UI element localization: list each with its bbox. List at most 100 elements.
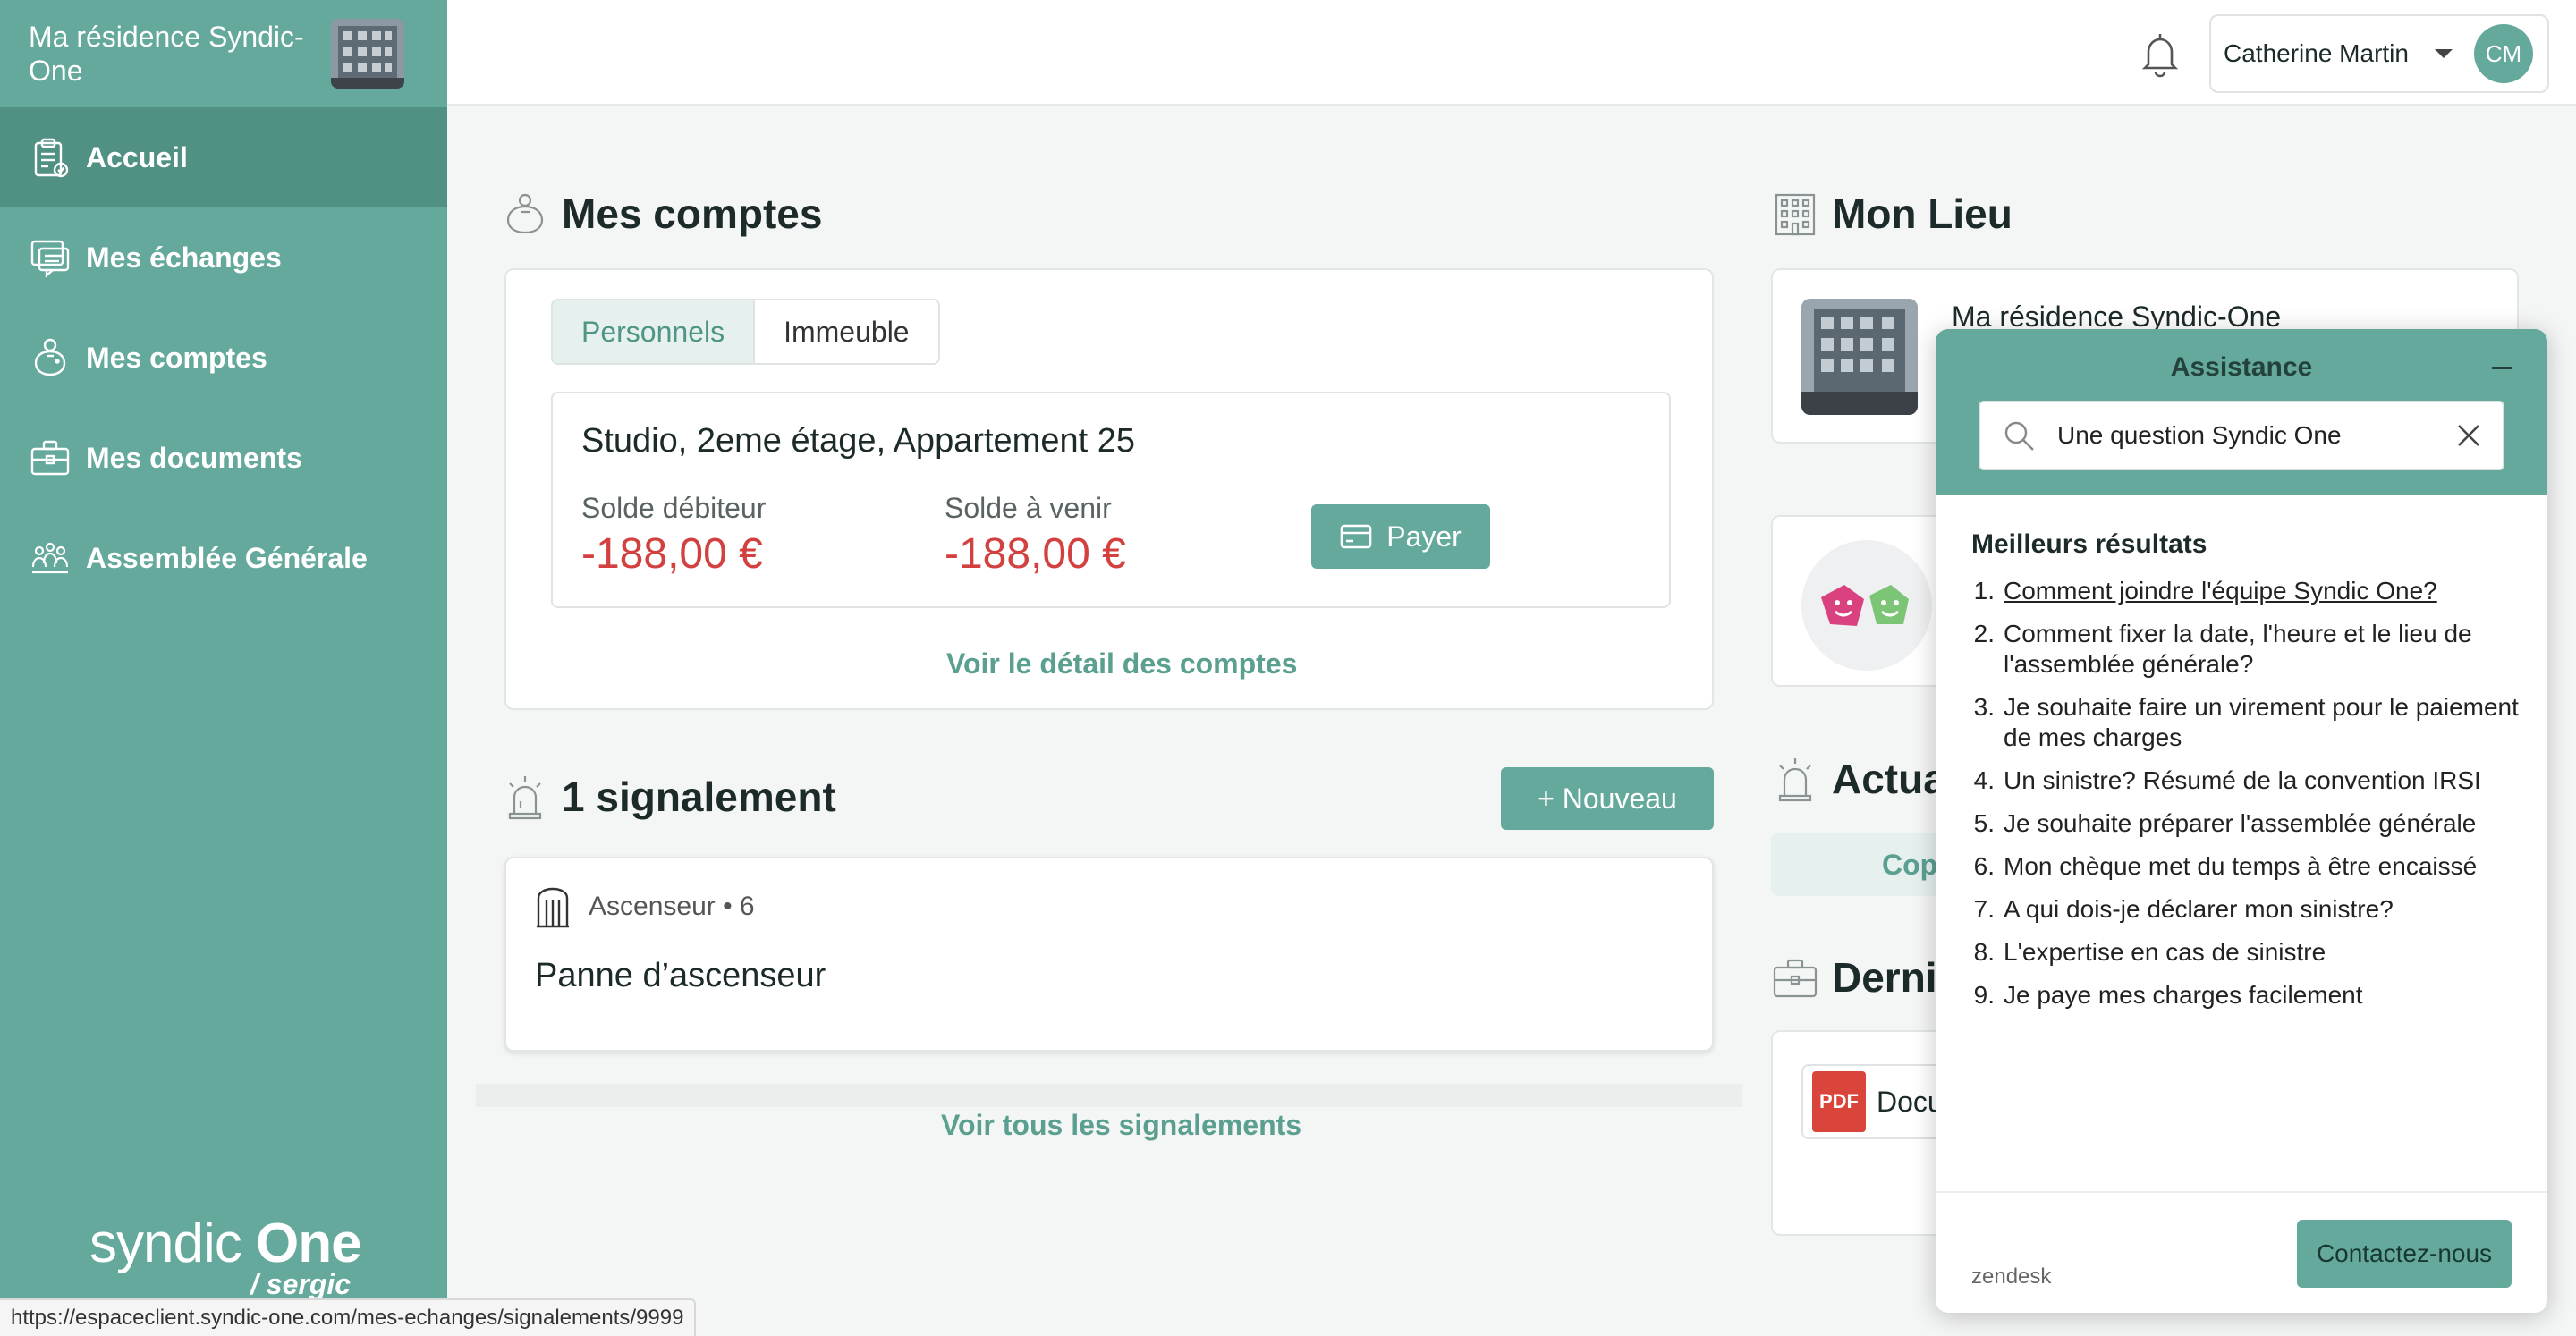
pdf-icon: PDF	[1812, 1071, 1866, 1132]
minimize-icon[interactable]	[2492, 367, 2512, 369]
residence-photo	[331, 19, 404, 89]
chat-icon	[30, 240, 70, 278]
result-number: 9.	[1973, 981, 1995, 1009]
signalement-title: 1 signalement	[501, 773, 836, 821]
sidebar-item-assemblee[interactable]: Assemblée Générale	[0, 508, 447, 608]
assistance-results: Meilleurs résultats 1. Comment joindre l'…	[1971, 529, 2526, 1023]
comptes-card: Personnels Immeuble Studio, 2eme étage, …	[504, 268, 1714, 710]
all-signalements-link[interactable]: Voir tous les signalements	[941, 1109, 1301, 1142]
search-icon	[2004, 421, 2034, 451]
result-link[interactable]: L'expertise en cas de sinistre	[2004, 937, 2326, 968]
chevron-down-icon	[2435, 49, 2453, 58]
result-item[interactable]: 8. L'expertise en cas de sinistre	[1971, 937, 2526, 968]
document-name: Docu	[1877, 1085, 1944, 1118]
solde-avenir-value: -188,00 €	[945, 530, 1126, 578]
search-query: Une question Syndic One	[2057, 421, 2342, 449]
result-number: 8.	[1973, 938, 1995, 966]
solde-debiteur-value: -188,00 €	[581, 530, 763, 578]
result-item[interactable]: 4. Un sinistre? Résumé de la convention I…	[1971, 765, 2526, 796]
people-icon	[31, 542, 69, 574]
avatar: CM	[2474, 24, 2533, 83]
sidebar-item-label: Mes documents	[86, 441, 302, 474]
alarm-icon	[508, 776, 542, 820]
lieu-title-text: Mon Lieu	[1832, 190, 2012, 237]
building-icon	[1775, 193, 1816, 236]
sidebar-item-label: Accueil	[86, 140, 188, 173]
sidebar-item-documents[interactable]: Mes documents	[0, 408, 447, 508]
apartment-account: Studio, 2eme étage, Appartement 25 Solde…	[551, 392, 1671, 608]
residence-title: Ma résidence Syndic-One	[29, 21, 304, 87]
result-link[interactable]: Je souhaite préparer l'assemblée général…	[2004, 808, 2476, 839]
signalement-category: Ascenseur • 6	[589, 892, 755, 921]
sidebar-item-label: Mes échanges	[86, 241, 282, 274]
syndic-one-logo: syndic One / sergic	[89, 1212, 376, 1301]
apartment-label: Studio, 2eme étage, Appartement 25	[581, 422, 1135, 460]
signalement-meta: Ascenseur • 6	[535, 885, 755, 928]
result-link[interactable]: Comment joindre l'équipe Syndic One?	[2004, 576, 2437, 606]
result-link[interactable]: Comment fixer la date, l'heure et le lie…	[2004, 619, 2526, 680]
sidebar-item-label: Assemblée Générale	[86, 541, 368, 574]
documents-title: Derni	[1771, 953, 1937, 1002]
sidebar: Ma résidence Syndic-One Accueil Mes écha…	[0, 0, 447, 1336]
tab-immeuble[interactable]: Immeuble	[753, 300, 938, 363]
zendesk-logo: zendesk	[1971, 1264, 2052, 1289]
residence-photo	[1801, 299, 1918, 415]
signalement-item-title: Panne d’ascenseur	[535, 957, 826, 994]
result-item[interactable]: 1. Comment joindre l'équipe Syndic One?	[1971, 576, 2526, 606]
result-item[interactable]: 2. Comment fixer la date, l'heure et le l…	[1971, 619, 2526, 680]
sidebar-item-accueil[interactable]: Accueil	[0, 107, 447, 207]
bell-icon[interactable]	[2138, 30, 2182, 79]
solde-debiteur-label: Solde débiteur	[581, 492, 767, 524]
result-item[interactable]: 7. A qui dois-je déclarer mon sinistre?	[1971, 894, 2526, 925]
clipboard-icon	[34, 138, 69, 178]
sidebar-item-label: Mes comptes	[86, 341, 267, 374]
lieu-title: Mon Lieu	[1771, 190, 2012, 238]
assistance-footer: zendesk Contactez-nous	[1936, 1191, 2547, 1313]
user-menu[interactable]: Catherine Martin CM	[2209, 14, 2549, 93]
credit-card-icon	[1340, 524, 1372, 549]
logo-one: One	[255, 1213, 362, 1274]
close-icon[interactable]	[2456, 423, 2481, 448]
pay-button-label: Payer	[1386, 520, 1462, 553]
result-link[interactable]: Je souhaite faire un virement pour le pa…	[2004, 692, 2526, 753]
user-name: Catherine Martin	[2224, 39, 2409, 67]
contact-button[interactable]: Contactez-nous	[2297, 1220, 2512, 1288]
pay-button[interactable]: Payer	[1311, 504, 1490, 569]
result-item[interactable]: 3. Je souhaite faire un virement pour le …	[1971, 692, 2526, 753]
signalement-title-text: 1 signalement	[562, 774, 836, 820]
logo-syndic: syndic	[89, 1213, 242, 1274]
tab-personnels[interactable]: Personnels	[553, 300, 754, 363]
result-number: 1.	[1973, 577, 1995, 605]
result-number: 7.	[1973, 895, 1995, 923]
sidebar-header[interactable]: Ma résidence Syndic-One	[0, 0, 447, 107]
result-number: 2.	[1973, 620, 1995, 647]
result-link[interactable]: A qui dois-je déclarer mon sinistre?	[2004, 894, 2394, 925]
assistance-search-input[interactable]: Une question Syndic One	[1979, 401, 2504, 470]
briefcase-icon	[1773, 959, 1818, 998]
topbar: Catherine Martin CM	[447, 0, 2576, 106]
result-item[interactable]: 5. Je souhaite préparer l'assemblée génér…	[1971, 808, 2526, 839]
copro-tab-label: Cop	[1882, 848, 1938, 881]
result-link[interactable]: Mon chèque met du temps à être encaissé	[2004, 851, 2477, 882]
signalement-item[interactable]: Ascenseur • 6 Panne d’ascenseur	[504, 857, 1714, 1052]
results-heading: Meilleurs résultats	[1971, 529, 2207, 559]
new-signalement-button[interactable]: + Nouveau	[1501, 767, 1714, 830]
result-link[interactable]: Un sinistre? Résumé de la convention IRS…	[2004, 765, 2481, 796]
result-item[interactable]: 9. Je paye mes charges facilement	[1971, 980, 2526, 1010]
actualites-title-text: Actua	[1832, 756, 1946, 802]
briefcase-icon	[30, 440, 70, 476]
assistance-title: Assistance	[2170, 352, 2313, 382]
result-number: 3.	[1973, 693, 1995, 721]
comptes-detail-link[interactable]: Voir le détail des comptes	[946, 647, 1297, 681]
comptes-tabs: Personnels Immeuble	[551, 299, 940, 365]
status-bar-url: https://espaceclient.syndic-one.com/mes-…	[0, 1298, 697, 1336]
sidebar-item-echanges[interactable]: Mes échanges	[0, 207, 447, 308]
comptes-title-text: Mes comptes	[562, 190, 823, 237]
result-item[interactable]: 6. Mon chèque met du temps à être encaiss…	[1971, 851, 2526, 882]
mascot-illustration	[1801, 540, 1932, 671]
sidebar-item-comptes[interactable]: Mes comptes	[0, 308, 447, 408]
result-link[interactable]: Je paye mes charges facilement	[2004, 980, 2363, 1010]
assistance-header: Assistance Une question Syndic One	[1936, 329, 2547, 495]
comptes-title: Mes comptes	[501, 190, 822, 238]
solde-avenir-label: Solde à venir	[945, 492, 1112, 524]
